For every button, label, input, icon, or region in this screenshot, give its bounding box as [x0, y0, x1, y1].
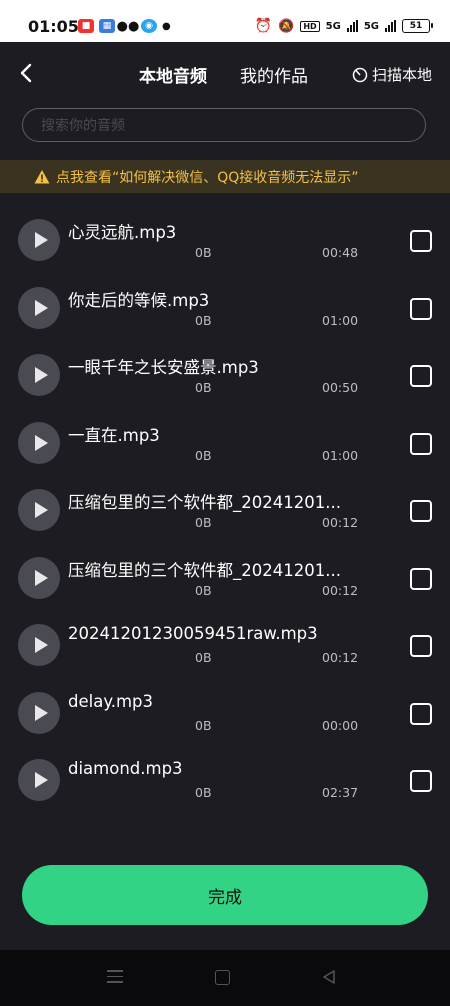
file-duration: 02:37: [322, 785, 359, 800]
file-size: 0B: [195, 447, 212, 463]
system-icons: ⏰ 🔕 HD 5G 5G 51: [254, 16, 433, 36]
app-notification-icon: ■: [78, 19, 94, 33]
list-item: 压缩包里的三个软件都_20241201... 0B 00:12: [0, 543, 450, 611]
list-item: 心灵远航.mp3 0B 00:48: [0, 205, 450, 273]
file-name: 压缩包里的三个软件都_20241201...: [68, 493, 341, 512]
scan-icon: [352, 67, 368, 82]
file-duration: 01:00: [322, 312, 359, 328]
file-size: 0B: [195, 312, 212, 328]
list-item: 压缩包里的三个软件都_20241201... 0B 00:12: [0, 475, 450, 543]
file-name: 一眼千年之长安盛景.mp3: [68, 358, 259, 377]
network-5g-label-1: 5G: [325, 20, 341, 32]
play-icon[interactable]: [18, 556, 60, 599]
file-duration: 01:00: [322, 447, 359, 463]
qq-notification-icon: ◉: [141, 19, 157, 33]
file-name: 20241201230059451raw.mp3: [68, 624, 318, 643]
search-input[interactable]: [39, 109, 413, 143]
tab-my-works[interactable]: 我的作品: [240, 62, 308, 87]
select-checkbox[interactable]: [410, 567, 432, 590]
select-checkbox[interactable]: [410, 230, 432, 252]
file-name: 你走后的等候.mp3: [68, 290, 210, 310]
play-icon[interactable]: [18, 624, 60, 666]
system-nav-bar: [0, 950, 450, 1006]
audio-file-list: 心灵远航.mp3 0B 00:48 你走后的等候.mp3 0B 01:00 一眼…: [0, 205, 450, 813]
list-item: 你走后的等候.mp3 0B 01:00: [0, 273, 450, 341]
play-icon[interactable]: [18, 219, 60, 261]
signal-icon-2: [385, 20, 396, 32]
select-checkbox[interactable]: [410, 702, 432, 725]
more-dot-icon: ●: [162, 20, 171, 32]
calendar-icon: ▦: [99, 19, 115, 33]
notification-icons: ■ ▦ ●● ◉ ●: [78, 16, 171, 36]
status-bar: 01:05 ■ ▦ ●● ◉ ● ⏰ 🔕 HD 5G 5G 51: [0, 0, 450, 42]
done-button[interactable]: 完成: [22, 865, 428, 925]
network-5g-label-2: 5G: [363, 20, 379, 32]
file-duration: 00:48: [322, 245, 359, 260]
file-name: 一直在.mp3: [68, 425, 160, 445]
triangle-back-icon: [323, 970, 335, 984]
alarm-icon: ⏰: [254, 18, 273, 34]
select-checkbox[interactable]: [410, 432, 432, 455]
notice-text: 点我查看“如何解决微信、QQ接收音频无法显示”: [56, 169, 359, 186]
file-duration: 00:12: [322, 515, 359, 530]
list-item: 一眼千年之长安盛景.mp3 0B 00:50: [0, 340, 450, 408]
select-checkbox[interactable]: [410, 297, 432, 320]
select-checkbox[interactable]: [410, 365, 432, 387]
play-icon[interactable]: [18, 354, 60, 396]
scan-local-button[interactable]: 扫描本地: [352, 64, 432, 85]
select-checkbox[interactable]: [410, 635, 432, 657]
battery-level: 51: [409, 21, 423, 31]
play-icon[interactable]: [18, 691, 60, 734]
play-icon[interactable]: [18, 759, 60, 801]
warning-icon: [34, 169, 50, 183]
list-item: 20241201230059451raw.mp3 0B 00:12: [0, 610, 450, 678]
play-icon[interactable]: [18, 421, 60, 464]
file-size: 0B: [195, 380, 212, 395]
list-item: delay.mp3 0B 00:00: [0, 678, 450, 746]
play-icon[interactable]: [18, 489, 60, 531]
mute-bell-icon: 🔕: [278, 18, 295, 34]
file-name: diamond.mp3: [68, 759, 183, 778]
help-notice-banner[interactable]: 点我查看“如何解决微信、QQ接收音频无法显示”: [0, 160, 450, 193]
recent-apps-button[interactable]: [107, 970, 123, 984]
select-checkbox[interactable]: [410, 500, 432, 522]
header: 本地音频 我的作品 扫描本地: [0, 42, 450, 106]
file-size: 0B: [195, 650, 212, 665]
file-duration: 00:00: [322, 717, 359, 733]
file-name: delay.mp3: [68, 691, 154, 711]
file-size: 0B: [195, 245, 212, 260]
play-icon[interactable]: [18, 286, 60, 329]
home-button[interactable]: [215, 970, 230, 985]
file-name: 压缩包里的三个软件都_20241201...: [68, 560, 341, 580]
battery-icon: 51: [402, 19, 433, 33]
back-button[interactable]: [16, 60, 38, 86]
tab-local-audio[interactable]: 本地音频: [139, 62, 207, 87]
file-size: 0B: [195, 515, 212, 530]
scan-local-label: 扫描本地: [371, 66, 432, 84]
file-duration: 00:12: [322, 582, 359, 598]
search-box[interactable]: [22, 108, 426, 143]
file-duration: 00:50: [322, 380, 359, 395]
signal-icon: [346, 20, 358, 32]
system-back-button[interactable]: [322, 969, 336, 985]
list-item: 一直在.mp3 0B 01:00: [0, 408, 450, 476]
hd-icon: HD: [300, 20, 320, 32]
status-time: 01:05: [28, 17, 79, 36]
list-item: diamond.mp3 0B 02:37: [0, 745, 450, 813]
file-size: 0B: [195, 717, 212, 733]
file-duration: 00:12: [322, 650, 359, 665]
file-name: 心灵远航.mp3: [68, 223, 177, 242]
file-size: 0B: [195, 785, 212, 800]
file-size: 0B: [195, 582, 212, 598]
select-checkbox[interactable]: [410, 770, 432, 792]
chevron-left-icon: [20, 63, 32, 83]
wechat-icon: ●●: [116, 18, 140, 34]
